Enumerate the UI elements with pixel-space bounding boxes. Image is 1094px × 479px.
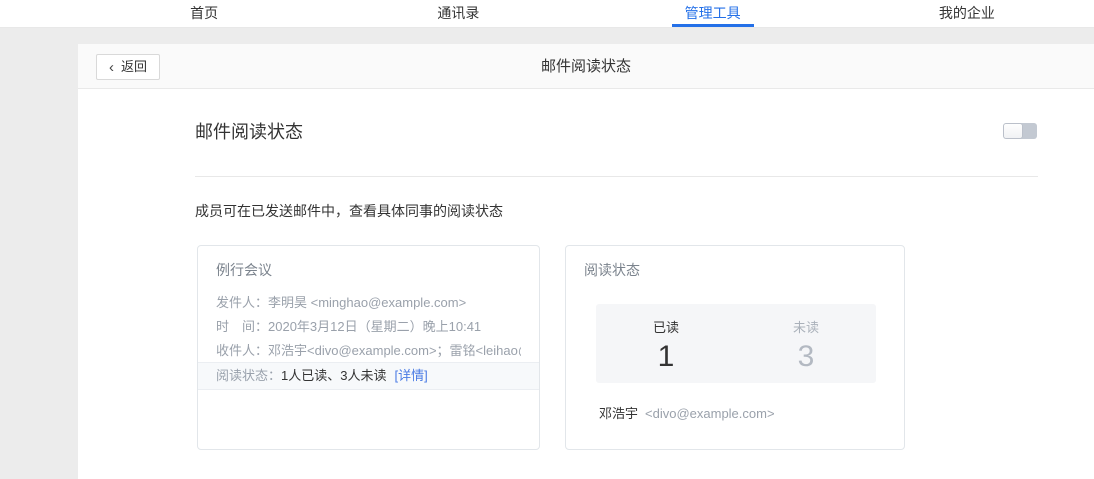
- mail-from-row: 发件人：李明昊 <minghao@example.com>: [216, 291, 521, 315]
- reader-row: 邓浩宇 <divo@example.com>: [599, 403, 775, 422]
- read-status-label: 阅读状态：: [216, 368, 281, 383]
- mail-from-label: 发件人：: [216, 295, 268, 310]
- mail-meta: 发件人：李明昊 <minghao@example.com> 时 间：2020年3…: [216, 291, 521, 363]
- mail-time-row: 时 间：2020年3月12日（星期二）晚上10:41: [216, 315, 521, 339]
- feature-description: 成员可在已发送邮件中，查看具体同事的阅读状态: [195, 201, 503, 221]
- mail-to-row: 收件人：邓浩宇<divo@example.com>；雷铭<leihao@e...: [216, 339, 521, 363]
- panel-header: ‹ 返回 邮件阅读状态: [78, 44, 1094, 89]
- mail-preview-card: 例行会议 发件人：李明昊 <minghao@example.com> 时 间：2…: [197, 245, 540, 450]
- nav-tab-my-company-label: 我的企业: [939, 5, 995, 21]
- reader-email: <divo@example.com>: [645, 406, 775, 421]
- read-unread-panel: 已读 1 未读 3: [596, 304, 876, 383]
- nav-tab-home-label: 首页: [190, 5, 218, 21]
- read-status-card: 阅读状态 已读 1 未读 3 邓浩宇 <divo@example.com>: [565, 245, 905, 450]
- nav-items: 首页 通讯录 管理工具 我的企业: [0, 0, 1094, 27]
- read-status-value: 1人已读、3人未读: [281, 368, 386, 383]
- read-status-card-title: 阅读状态: [584, 260, 886, 280]
- toggle-switch[interactable]: [1003, 123, 1037, 139]
- unread-stat: 未读 3: [736, 304, 876, 383]
- mail-to-value: 邓浩宇<divo@example.com>；雷铭<leihao@e...: [268, 343, 521, 358]
- reader-name: 邓浩宇: [599, 406, 638, 421]
- section-title: 邮件阅读状态: [195, 118, 303, 144]
- nav-active-underline: [672, 24, 754, 27]
- section-divider: [195, 176, 1038, 177]
- toggle-knob: [1004, 124, 1022, 138]
- nav-tab-contacts[interactable]: 通讯录: [331, 0, 585, 27]
- read-label: 已读: [596, 317, 736, 336]
- nav-tab-admin-tools-label: 管理工具: [685, 5, 741, 21]
- mail-time-value: 2020年3月12日（星期二）晚上10:41: [268, 319, 481, 334]
- nav-tab-admin-tools[interactable]: 管理工具: [586, 0, 840, 27]
- mail-to-label: 收件人：: [216, 343, 268, 358]
- nav-tab-my-company[interactable]: 我的企业: [840, 0, 1094, 27]
- mail-subject: 例行会议: [216, 260, 521, 280]
- unread-label: 未读: [736, 317, 876, 336]
- nav-tab-contacts-label: 通讯录: [437, 5, 479, 21]
- unread-count: 3: [736, 340, 876, 374]
- mail-read-status-row: 阅读状态：1人已读、3人未读 [详情]: [198, 362, 539, 390]
- mail-from-value: 李明昊 <minghao@example.com>: [268, 295, 466, 310]
- nav-tab-home[interactable]: 首页: [77, 0, 331, 27]
- page-title: 邮件阅读状态: [78, 44, 1094, 89]
- mail-time-label: 时 间：: [216, 319, 268, 334]
- read-count: 1: [596, 340, 736, 374]
- details-link[interactable]: [详情]: [394, 368, 427, 383]
- main-panel: ‹ 返回 邮件阅读状态 邮件阅读状态 成员可在已发送邮件中，查看具体同事的阅读状…: [78, 44, 1094, 479]
- read-stat: 已读 1: [596, 304, 736, 383]
- top-navbar: 首页 通讯录 管理工具 我的企业: [0, 0, 1094, 28]
